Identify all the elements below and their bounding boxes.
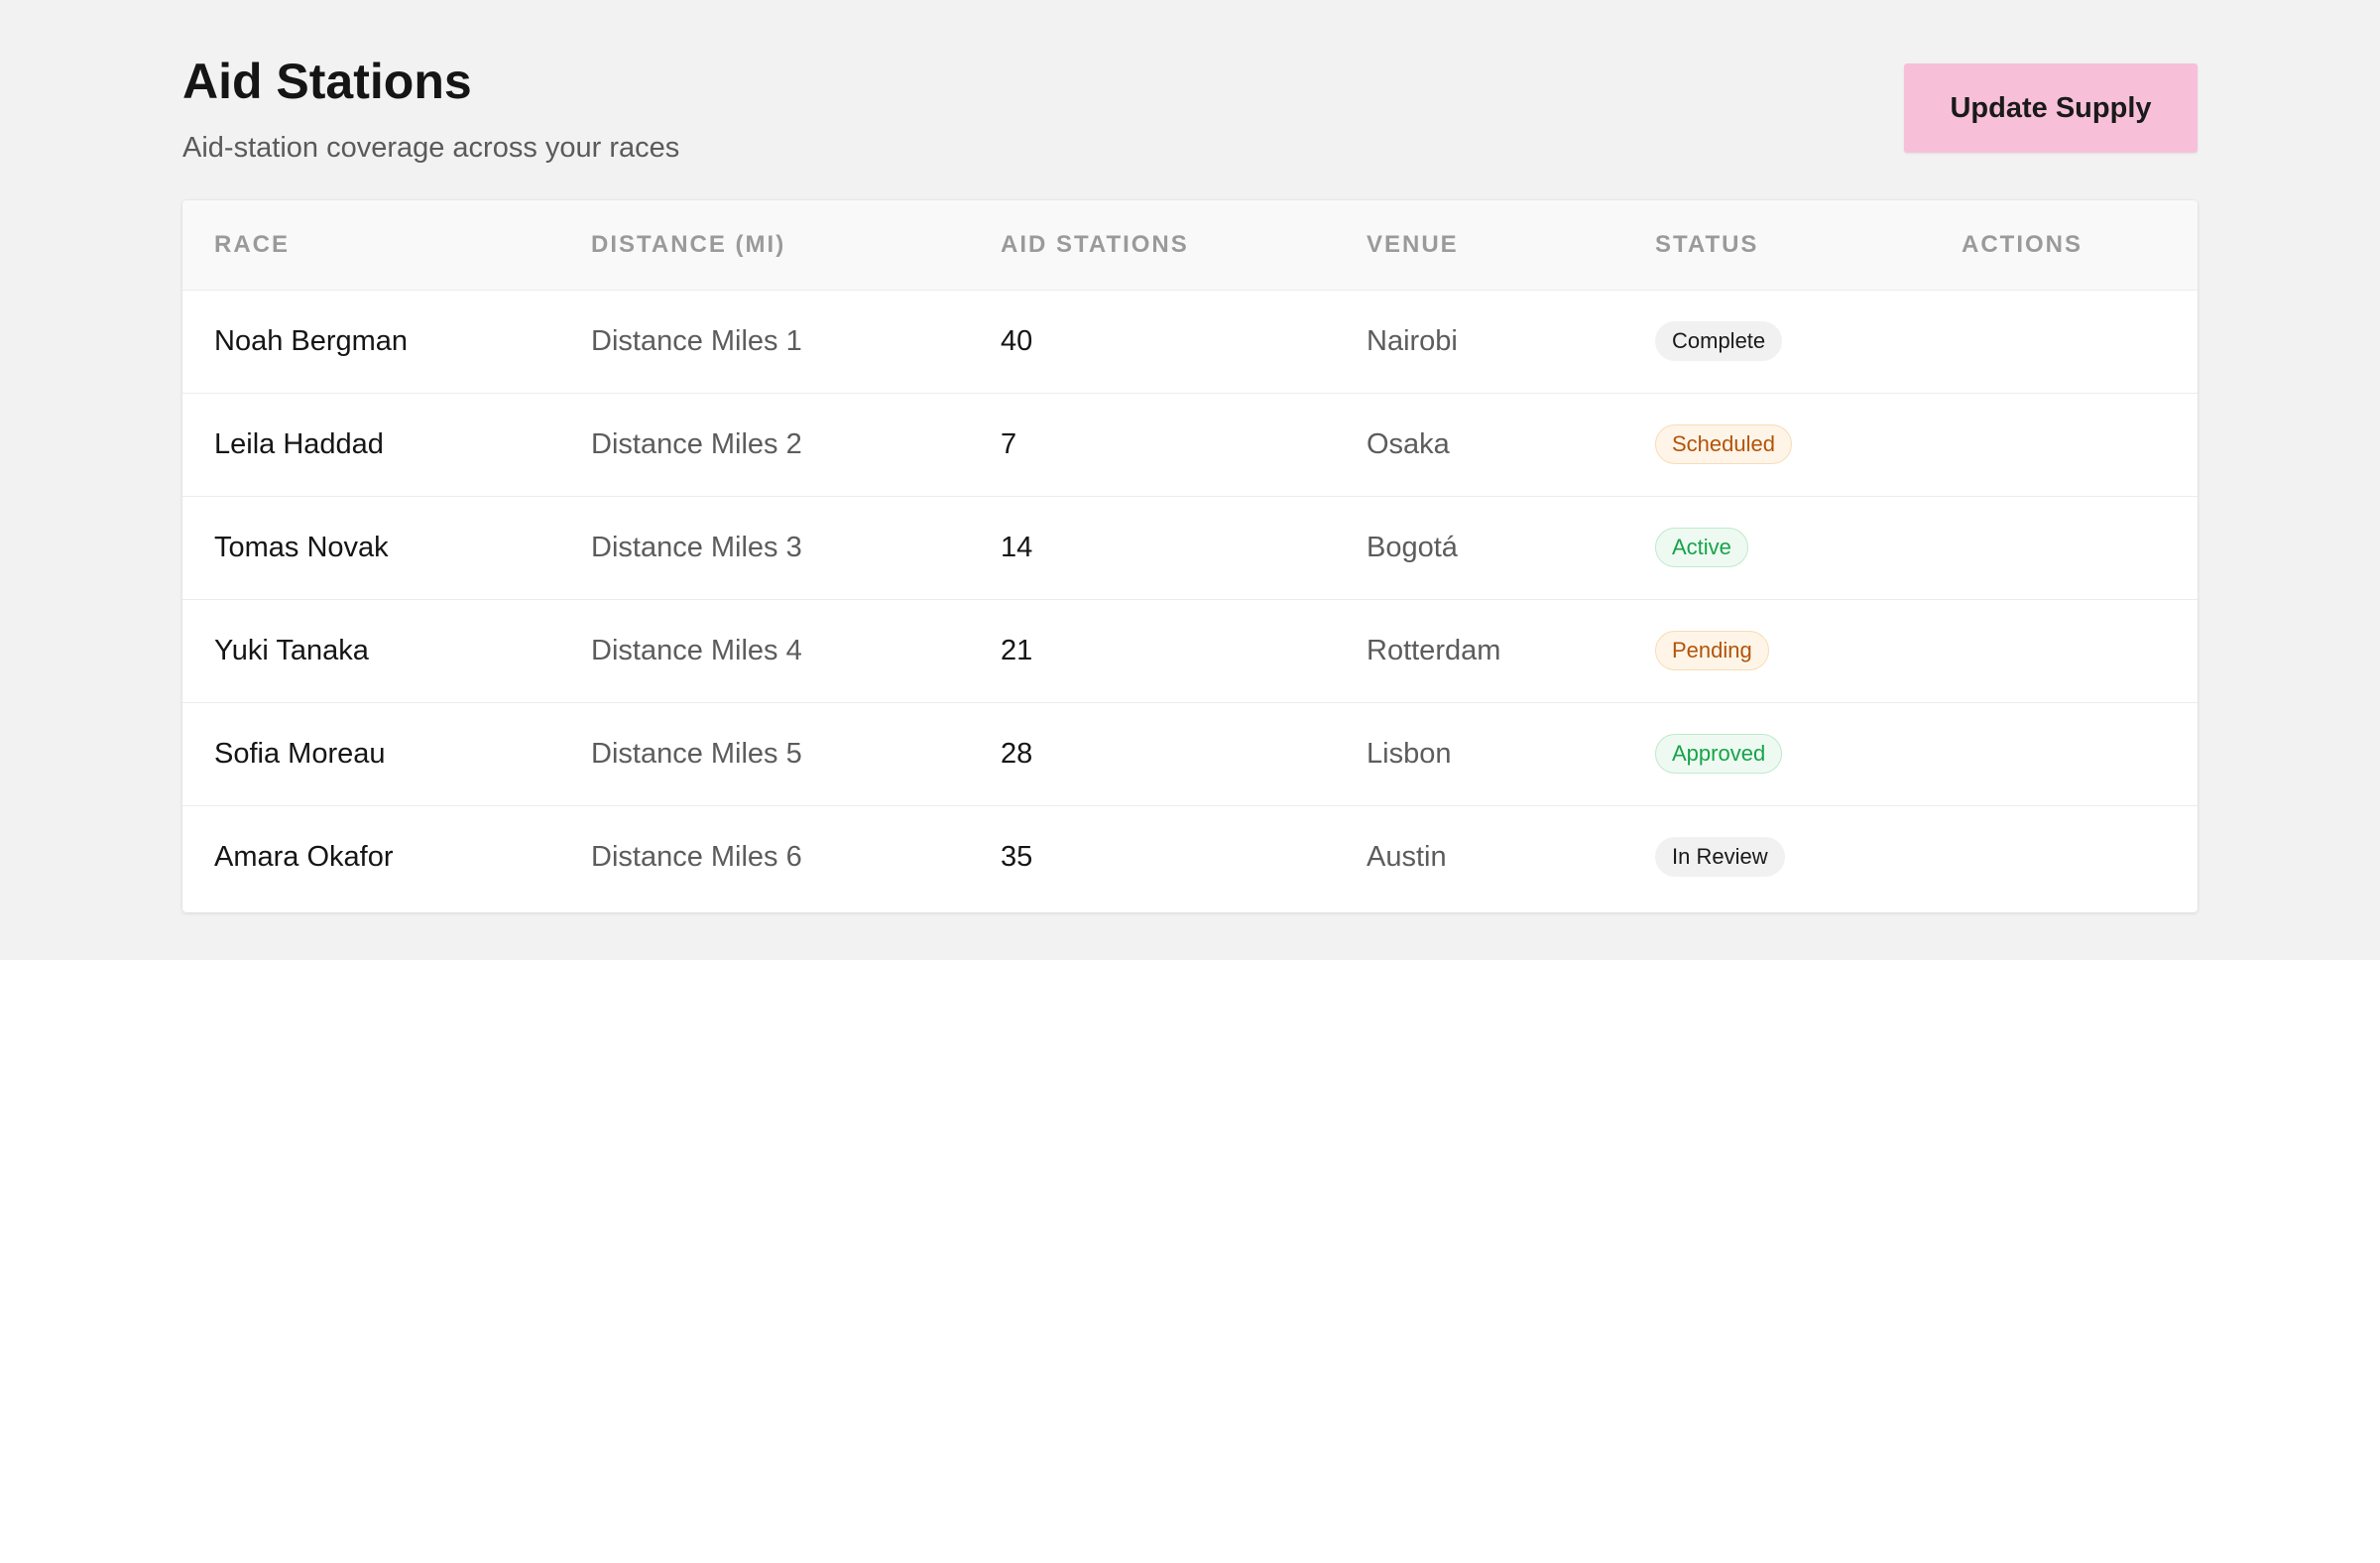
venue-cell: Austin [1367, 840, 1447, 873]
aid-stations-count: 14 [1001, 531, 1033, 563]
status-badge: Complete [1655, 321, 1783, 361]
status-cell: Complete [1623, 290, 1930, 393]
status-badge: Active [1655, 528, 1748, 567]
column-header-venue[interactable]: Venue [1335, 200, 1623, 290]
status-badge: In Review [1655, 837, 1785, 878]
venue-cell: Lisbon [1367, 737, 1452, 770]
table-row[interactable]: Noah Bergman Distance Miles 1 40 Nairobi… [182, 290, 2198, 393]
actions-cell [1930, 599, 2198, 702]
aid-stations-count: 40 [1001, 324, 1033, 357]
distance-cell: Distance Miles 2 [591, 427, 802, 460]
actions-cell [1930, 393, 2198, 496]
table-row[interactable]: Amara Okafor Distance Miles 6 35 Austin … [182, 805, 2198, 908]
race-name: Yuki Tanaka [214, 634, 369, 666]
status-badge: Pending [1655, 631, 1769, 670]
race-name: Tomas Novak [214, 531, 389, 563]
venue-cell: Rotterdam [1367, 634, 1501, 666]
race-name: Sofia Moreau [214, 737, 386, 770]
table-row[interactable]: Leila Haddad Distance Miles 2 7 Osaka Sc… [182, 393, 2198, 496]
distance-cell: Distance Miles 5 [591, 737, 802, 770]
race-name: Amara Okafor [214, 840, 394, 873]
table-row[interactable]: Yuki Tanaka Distance Miles 4 21 Rotterda… [182, 599, 2198, 702]
page-subtitle: Aid-station coverage across your races [182, 132, 680, 164]
column-header-aid-stations[interactable]: Aid Stations [969, 200, 1335, 290]
race-name: Noah Bergman [214, 324, 409, 357]
column-header-actions: Actions [1962, 230, 2082, 258]
update-supply-button[interactable]: Update Supply [1904, 63, 2198, 153]
distance-cell: Distance Miles 4 [591, 634, 802, 666]
column-header-status[interactable]: Status [1623, 200, 1930, 290]
table-row[interactable]: Tomas Novak Distance Miles 3 14 Bogotá A… [182, 496, 2198, 599]
status-badge: Approved [1655, 734, 1783, 774]
aid-stations-table: Race Distance (mi) Aid Stations Venue St… [182, 200, 2198, 908]
aid-stations-count: 35 [1001, 840, 1033, 873]
venue-cell: Nairobi [1367, 324, 1458, 357]
actions-cell [1930, 805, 2198, 908]
aid-stations-count: 28 [1001, 737, 1033, 770]
status-badge: Scheduled [1655, 424, 1792, 464]
status-cell: Pending [1623, 599, 1930, 702]
aid-stations-count: 7 [1001, 427, 1017, 460]
status-cell: In Review [1623, 805, 1930, 908]
aid-stations-count: 21 [1001, 634, 1033, 666]
distance-cell: Distance Miles 6 [591, 840, 802, 873]
status-cell: Active [1623, 496, 1930, 599]
venue-cell: Osaka [1367, 427, 1450, 460]
column-header-distance[interactable]: Distance (mi) [559, 200, 969, 290]
status-cell: Scheduled [1623, 393, 1930, 496]
actions-cell [1930, 290, 2198, 393]
column-header-race[interactable]: Race [182, 200, 559, 290]
race-name: Leila Haddad [214, 427, 384, 460]
actions-cell [1930, 496, 2198, 599]
venue-cell: Bogotá [1367, 531, 1458, 563]
table-row[interactable]: Sofia Moreau Distance Miles 5 28 Lisbon … [182, 702, 2198, 805]
actions-cell [1930, 702, 2198, 805]
distance-cell: Distance Miles 1 [591, 324, 802, 357]
distance-cell: Distance Miles 3 [591, 531, 802, 563]
status-cell: Approved [1623, 702, 1930, 805]
table-header-row: Race Distance (mi) Aid Stations Venue St… [182, 200, 2198, 290]
aid-stations-table-card: Race Distance (mi) Aid Stations Venue St… [182, 200, 2198, 912]
page-title: Aid Stations [182, 54, 472, 109]
